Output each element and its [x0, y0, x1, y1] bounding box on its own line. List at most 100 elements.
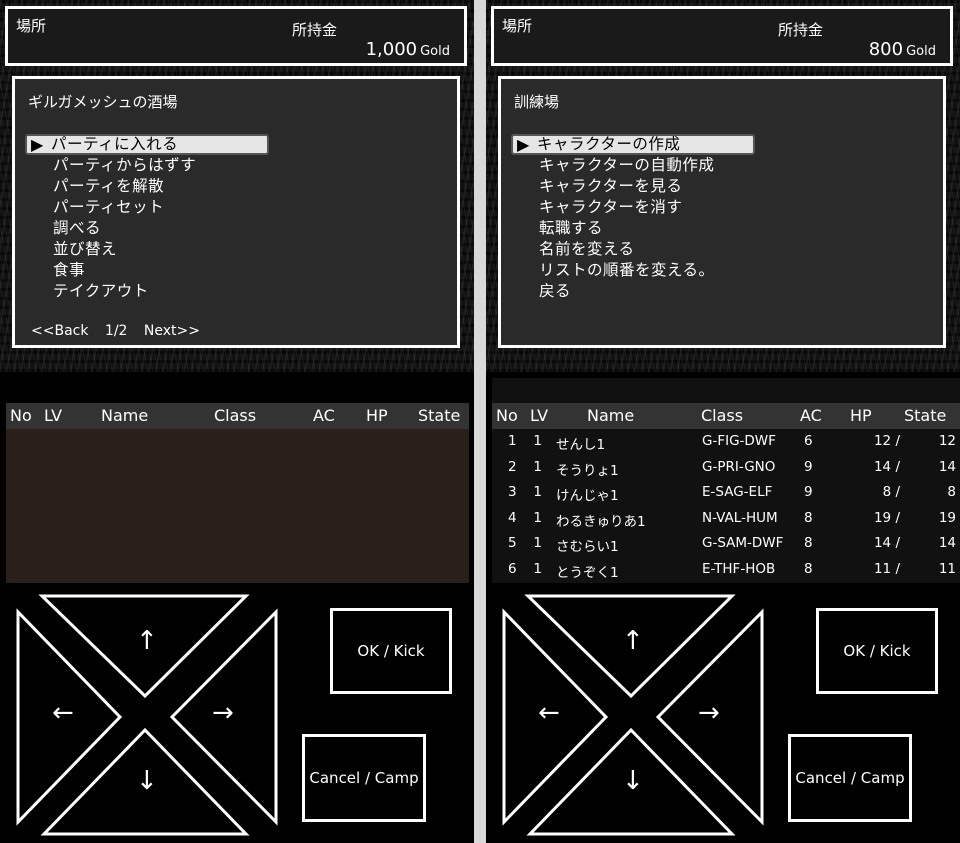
- ok-kick-button[interactable]: OK / Kick: [816, 608, 938, 694]
- col-name: Name: [587, 406, 635, 425]
- cell-class: G-PRI-GNO: [702, 458, 776, 475]
- cell-no: 3: [508, 484, 517, 500]
- tavern-screen: 場所 所持金 1,000 Gold ギルガメッシュの酒場 ▶ パーティに入れる パー…: [0, 0, 474, 843]
- col-name: Name: [101, 406, 149, 425]
- money-label: 所持金: [778, 21, 824, 39]
- party-table: No LV Name Class AC HP State: [6, 378, 469, 583]
- col-class: Class: [214, 406, 257, 425]
- cell-hpmax: 14: [938, 458, 956, 475]
- cell-name: さむらい1: [556, 539, 619, 555]
- menu-title: ギルガメッシュの酒場: [28, 93, 178, 111]
- cell-name: そうりょ1: [556, 462, 619, 479]
- gold-unit: Gold: [420, 44, 450, 59]
- menu-list: ▶ キャラクターの作成 キャラクターの自動作成 キャラクターを見る キャラクターを…: [511, 134, 755, 302]
- left-arrow-icon[interactable]: ←: [538, 698, 560, 728]
- col-ac: AC: [800, 406, 822, 425]
- menu-item-takeout[interactable]: テイクアウト: [25, 281, 269, 302]
- menu-item-change-class[interactable]: 転職する: [511, 218, 755, 239]
- menu-item-view-character[interactable]: キャラクターを見る: [511, 176, 755, 197]
- training-menu: 訓練場 ▶ キャラクターの作成 キャラクターの自動作成 キャラクターを見る キャラ…: [498, 76, 946, 348]
- down-arrow-icon[interactable]: ↓: [136, 766, 158, 796]
- cell-hpmax: 14: [938, 535, 956, 551]
- menu-item-auto-create[interactable]: キャラクターの自動作成: [511, 155, 755, 176]
- menu-item-create-character[interactable]: ▶ キャラクターの作成: [511, 134, 755, 155]
- cell-lv: 1: [533, 509, 542, 526]
- col-state: State: [904, 406, 947, 425]
- cancel-camp-button[interactable]: Cancel / Camp: [788, 734, 912, 822]
- menu-item-remove-from-party[interactable]: パーティからはずす: [25, 155, 269, 176]
- table-header: No LV Name Class AC HP State: [6, 403, 469, 429]
- place-label: 場所: [16, 17, 47, 35]
- cell-hp: 12 /: [873, 433, 900, 449]
- cell-hp: 8 /: [882, 484, 900, 500]
- control-pad: ↑ ← → ↓ OK / Kick Cancel / Camp: [0, 588, 474, 843]
- menu-item-add-to-party[interactable]: ▶ パーティに入れる: [25, 134, 269, 155]
- col-hp: HP: [850, 406, 872, 425]
- menu-item-reorder-list[interactable]: リストの順番を変える。: [511, 260, 755, 281]
- table-row[interactable]: 1 1 せんし1 G-FIG-DWF 6 12 / 12: [492, 429, 960, 455]
- down-arrow-icon[interactable]: ↓: [622, 766, 644, 796]
- cell-ac: 6: [804, 433, 813, 449]
- ok-kick-button[interactable]: OK / Kick: [330, 608, 452, 694]
- menu-list: ▶ パーティに入れる パーティからはずす パーティを解散 パーティセット 調べる …: [25, 134, 269, 302]
- right-arrow-icon[interactable]: →: [698, 698, 720, 728]
- menu-item-back[interactable]: 戻る: [511, 281, 755, 302]
- menu-item-delete-character[interactable]: キャラクターを消す: [511, 197, 755, 218]
- roster-table: No LV Name Class AC HP State 1 1 せんし1 G-FIG…: [492, 378, 960, 583]
- status-bar: 場所 所持金 800 Gold: [491, 6, 953, 66]
- menu-item-rename[interactable]: 名前を変える: [511, 239, 755, 260]
- table-row[interactable]: 6 1 とうぞく1 E-THF-HOB 8 11 / 11: [492, 557, 960, 583]
- menu-item-disband-party[interactable]: パーティを解散: [25, 176, 269, 197]
- cell-class: G-SAM-DWF: [702, 535, 784, 551]
- menu-item-reorder[interactable]: 並び替え: [25, 239, 269, 260]
- money-label: 所持金: [292, 21, 338, 39]
- cell-class: G-FIG-DWF: [702, 433, 776, 449]
- col-no: No: [10, 406, 32, 425]
- cell-no: 2: [508, 458, 517, 475]
- place-label: 場所: [502, 17, 533, 35]
- next-link[interactable]: Next>>: [144, 323, 200, 339]
- right-arrow-icon[interactable]: →: [212, 698, 234, 728]
- control-pad: ↑ ← → ↓ OK / Kick Cancel / Camp: [486, 588, 960, 843]
- money-value: 800 Gold: [869, 39, 936, 60]
- cell-name: せんし1: [556, 437, 606, 453]
- gold-unit: Gold: [906, 44, 936, 59]
- menu-item-meal[interactable]: 食事: [25, 260, 269, 281]
- col-no: No: [496, 406, 518, 425]
- cell-no: 4: [508, 509, 517, 526]
- cursor-icon: ▶: [31, 135, 44, 154]
- training-grounds-screen: 場所 所持金 800 Gold 訓練場 ▶ キャラクターの作成 キャラクターの自動作…: [486, 0, 960, 843]
- table-row[interactable]: 4 1 わるきゅりあ1 N-VAL-HUM 8 19 / 19: [492, 506, 960, 532]
- cell-no: 1: [508, 433, 517, 449]
- cancel-camp-button[interactable]: Cancel / Camp: [302, 734, 426, 822]
- cell-hp: 14 /: [873, 535, 900, 551]
- cell-name: わるきゅりあ1: [556, 513, 646, 530]
- col-lv: LV: [530, 406, 549, 425]
- table-row[interactable]: 3 1 けんじゃ1 E-SAG-ELF 9 8 / 8: [492, 480, 960, 506]
- col-hp: HP: [366, 406, 388, 425]
- cell-hp: 14 /: [873, 458, 900, 475]
- cursor-icon: ▶: [517, 135, 530, 154]
- table-row[interactable]: 5 1 さむらい1 G-SAM-DWF 8 14 / 14: [492, 531, 960, 557]
- gold-amount: 1,000: [365, 39, 418, 60]
- cell-lv: 1: [533, 484, 542, 500]
- cell-name: とうぞく1: [556, 564, 619, 581]
- up-arrow-icon[interactable]: ↑: [622, 626, 644, 656]
- cell-class: N-VAL-HUM: [702, 509, 778, 526]
- cell-hp: 11 /: [873, 560, 900, 577]
- cell-ac: 8: [804, 509, 813, 526]
- table-row[interactable]: 2 1 そうりょ1 G-PRI-GNO 9 14 / 14: [492, 455, 960, 481]
- page-indicator: 1/2: [104, 323, 128, 339]
- col-ac: AC: [313, 406, 335, 425]
- menu-item-inspect[interactable]: 調べる: [25, 218, 269, 239]
- left-arrow-icon[interactable]: ←: [52, 698, 74, 728]
- up-arrow-icon[interactable]: ↑: [136, 626, 158, 656]
- cell-ac: 8: [804, 535, 813, 551]
- gold-amount: 800: [868, 39, 904, 60]
- status-bar: 場所 所持金 1,000 Gold: [5, 6, 467, 66]
- menu-item-party-set[interactable]: パーティセット: [25, 197, 269, 218]
- cell-hpmax: 8: [947, 484, 956, 500]
- back-link[interactable]: <<Back: [31, 323, 88, 339]
- cell-hp: 19 /: [873, 509, 900, 526]
- cell-ac: 9: [804, 484, 813, 500]
